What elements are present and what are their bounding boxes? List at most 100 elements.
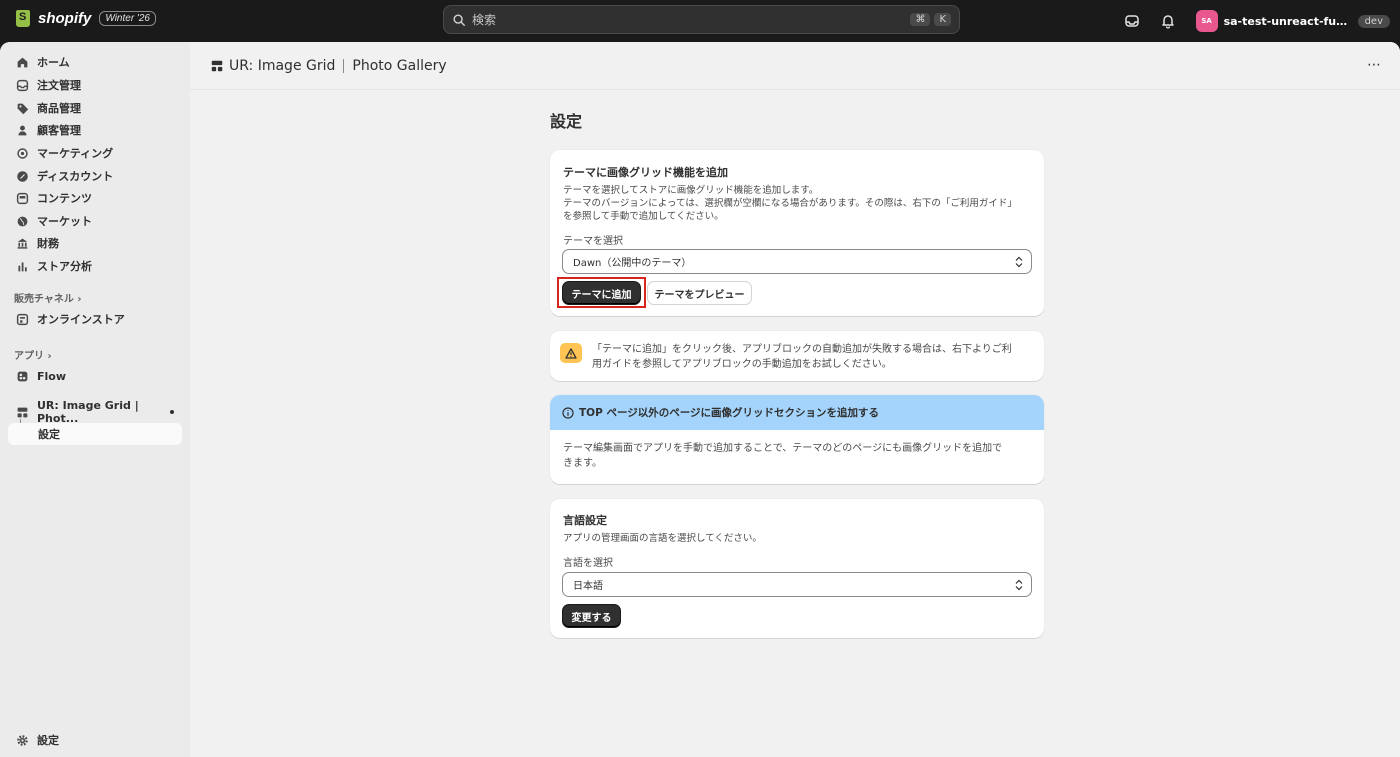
- shortcut-key-k: K: [934, 13, 951, 26]
- image-grid-app-icon: [17, 407, 28, 417]
- language-select[interactable]: 日本語: [562, 572, 1032, 597]
- sidebar-subitem-settings[interactable]: 設定: [8, 423, 182, 445]
- flow-icon: [17, 371, 28, 381]
- select-arrows-icon: [1015, 579, 1023, 591]
- image-grid-app-icon: [211, 60, 223, 71]
- search-bar[interactable]: 検索 ⌘ K: [443, 5, 960, 34]
- pin-dot-icon: [170, 410, 174, 414]
- app-header: UR: Image Grid Photo Gallery ⋯: [190, 42, 1400, 90]
- shopify-bag-icon: [16, 10, 30, 27]
- info-banner: TOP ページ以外のページに画像グリッドセクションを追加する: [550, 395, 1044, 430]
- discount-icon: [17, 170, 28, 182]
- sidebar-item-home[interactable]: ホーム: [8, 51, 182, 73]
- info-text-1: テーマ編集画面でアプリを手動で追加することで、テーマのどのページにも画像グリッド…: [563, 443, 1003, 454]
- sidebar-item-flow[interactable]: Flow: [8, 365, 182, 387]
- sidebar-item-online-store[interactable]: オンラインストア: [8, 308, 182, 330]
- warning-icon: [560, 343, 582, 363]
- language-select-value: 日本語: [573, 581, 603, 592]
- sidebar-item-analytics[interactable]: ストア分析: [8, 255, 182, 277]
- language-select-label: 言語を選択: [563, 558, 613, 569]
- sidebar-item-label: ディスカウント: [37, 170, 114, 183]
- preview-theme-button[interactable]: テーマをプレビュー: [648, 282, 751, 304]
- shopify-logo[interactable]: shopify Winter '26: [16, 10, 156, 27]
- store-switcher[interactable]: SA sa-test-unreact-fukumot... dev: [1195, 10, 1390, 32]
- sidebar-item-label: UR: Image Grid | Phot...: [37, 399, 139, 425]
- sidebar-item-content[interactable]: コンテンツ: [8, 187, 182, 209]
- inbox-tray-icon[interactable]: [1124, 13, 1140, 29]
- app-subtitle: Photo Gallery: [352, 57, 447, 74]
- apps-label: アプリ: [14, 351, 44, 362]
- chevron-right-icon: ›: [77, 294, 82, 305]
- edition-badge: Winter '26: [99, 11, 156, 26]
- sidebar-item-label: オンラインストア: [37, 313, 125, 326]
- target-icon: [17, 147, 28, 159]
- sidebar-item-label: マーケット: [37, 215, 92, 228]
- search-icon: [453, 13, 465, 26]
- admin-frame: ホーム 注文管理 商品管理 顧客管理 マーケティング ディスカウント コンテンツ: [0, 42, 1400, 757]
- content-icon: [16, 192, 29, 204]
- gear-icon: [17, 734, 28, 746]
- warning-card: 「テーマに追加」をクリック後、アプリブロックの自動追加が失敗する場合は、右下より…: [550, 331, 1044, 381]
- bank-icon: [17, 238, 28, 249]
- info-card: TOP ページ以外のページに画像グリッドセクションを追加する テーマ編集画面でア…: [550, 395, 1044, 484]
- page-title: 設定: [550, 112, 583, 131]
- language-card-desc: アプリの管理画面の言語を選択してください。: [563, 533, 762, 544]
- sidebar-item-customers[interactable]: 顧客管理: [8, 119, 182, 141]
- theme-card: テーマに画像グリッド機能を追加 テーマを選択してストアに画像グリッド機能を追加し…: [550, 150, 1044, 316]
- main-content: UR: Image Grid Photo Gallery ⋯ 設定 テーマに画像…: [190, 42, 1400, 757]
- sidebar-item-label: コンテンツ: [37, 192, 92, 205]
- app-name: UR: Image Grid: [229, 57, 336, 74]
- change-language-button[interactable]: 変更する: [563, 605, 620, 627]
- sidebar-item-app-image-grid[interactable]: UR: Image Grid | Phot...: [8, 399, 182, 425]
- sidebar-item-label: Flow: [37, 369, 67, 383]
- sales-channels-label: 販売チャネル: [14, 294, 74, 305]
- theme-card-desc-3: を参照して手動で追加してください。: [563, 211, 724, 222]
- info-text-2: きます。: [563, 458, 602, 469]
- avatar: SA: [1195, 10, 1218, 32]
- apps-section[interactable]: アプリ ›: [14, 347, 52, 362]
- sidebar-item-settings[interactable]: 設定: [8, 729, 182, 751]
- storefront-icon: [16, 313, 29, 325]
- info-banner-title: TOP ページ以外のページに画像グリッドセクションを追加する: [579, 407, 880, 419]
- select-arrows-icon: [1015, 256, 1023, 268]
- store-name: sa-test-unreact-fukumot...: [1223, 14, 1352, 28]
- language-card: 言語設定 アプリの管理画面の言語を選択してください。 言語を選択 日本語 変更す…: [550, 499, 1044, 638]
- title-divider: [343, 58, 345, 73]
- person-icon: [18, 125, 27, 135]
- sidebar-item-orders[interactable]: 注文管理: [8, 74, 182, 96]
- home-icon: [17, 57, 28, 67]
- theme-card-desc-2: テーマのバージョンによっては、選択欄が空欄になる場合があります。その際は、右下の…: [563, 198, 1017, 209]
- chart-icon: [18, 261, 27, 271]
- theme-card-title: テーマに画像グリッド機能を追加: [563, 166, 728, 179]
- theme-select-value: Dawn（公開中のテーマ）: [573, 258, 692, 269]
- inbox-icon: [16, 79, 29, 91]
- theme-select[interactable]: Dawn（公開中のテーマ）: [562, 249, 1032, 274]
- sidebar-item-label: 商品管理: [37, 102, 81, 115]
- sidebar-item-label: 注文管理: [37, 79, 81, 92]
- sidebar-subitem-label: 設定: [38, 428, 60, 441]
- brand-name: shopify: [38, 10, 92, 27]
- sidebar-item-discounts[interactable]: ディスカウント: [8, 165, 182, 187]
- language-card-title: 言語設定: [563, 514, 607, 527]
- theme-card-desc-1: テーマを選択してストアに画像グリッド機能を追加します。: [563, 185, 819, 196]
- sidebar-item-label: マーケティング: [37, 147, 114, 160]
- add-to-theme-button[interactable]: テーマに追加: [563, 282, 640, 304]
- bell-icon[interactable]: [1160, 13, 1176, 29]
- shortcut-key-cmd: ⌘: [910, 13, 931, 26]
- sidebar: ホーム 注文管理 商品管理 顧客管理 マーケティング ディスカウント コンテンツ: [0, 42, 190, 757]
- tag-icon: [17, 103, 29, 114]
- more-actions-button[interactable]: ⋯: [1367, 57, 1382, 73]
- sidebar-item-finance[interactable]: 財務: [8, 232, 182, 254]
- sidebar-item-marketing[interactable]: マーケティング: [8, 142, 182, 164]
- warning-text-2: 用ガイドを参照してアプリブロックの手動追加をお試しください。: [592, 359, 892, 370]
- sidebar-item-label: 顧客管理: [37, 124, 81, 137]
- top-bar: shopify Winter '26 検索 ⌘ K SA sa-test-unr…: [0, 0, 1400, 42]
- sales-channels-section[interactable]: 販売チャネル ›: [14, 290, 82, 305]
- dev-badge: dev: [1357, 14, 1390, 28]
- sidebar-item-markets[interactable]: マーケット: [8, 210, 182, 232]
- sidebar-item-products[interactable]: 商品管理: [8, 97, 182, 119]
- chevron-right-icon: ›: [47, 351, 52, 362]
- sidebar-item-label: ストア分析: [37, 260, 92, 273]
- sidebar-item-label: 設定: [37, 734, 59, 747]
- warning-text-1: 「テーマに追加」をクリック後、アプリブロックの自動追加が失敗する場合は、右下より…: [592, 344, 1012, 355]
